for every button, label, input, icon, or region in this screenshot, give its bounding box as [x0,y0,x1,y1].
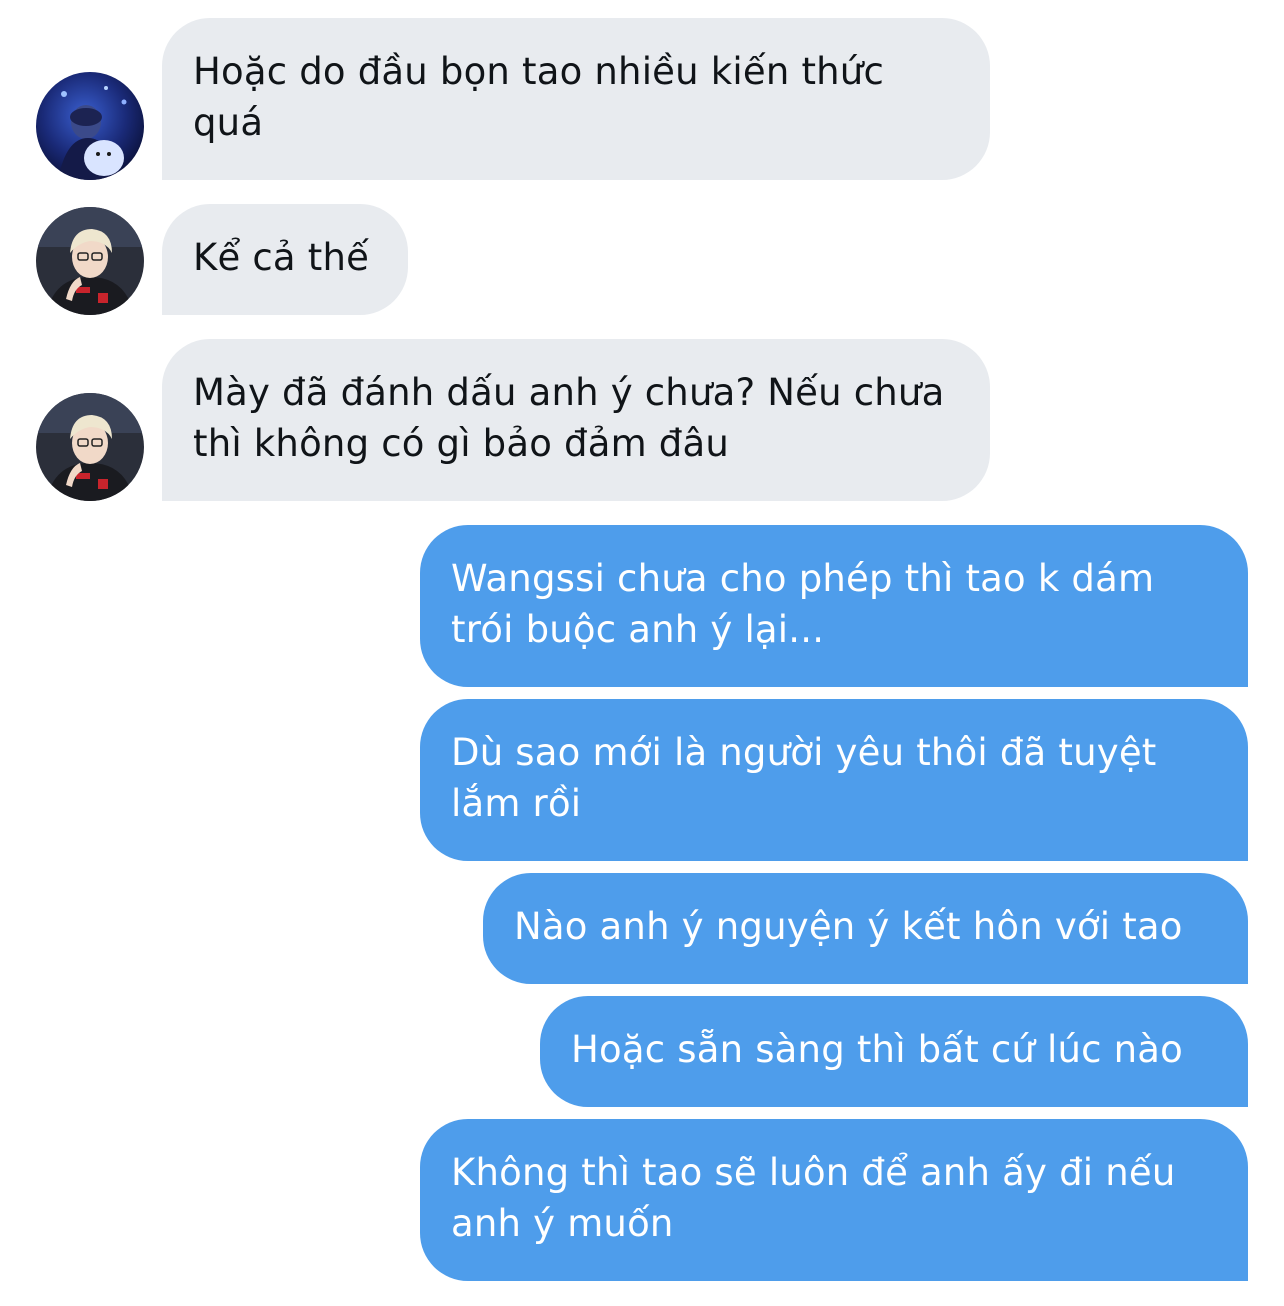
message-bubble-incoming[interactable]: Kể cả thế [162,204,408,315]
message-bubble-incoming[interactable]: Hoặc do đầu bọn tao nhiều kiến thức quá [162,18,990,180]
message-bubble-outgoing[interactable]: Wangssi chưa cho phép thì tao k dám trói… [420,525,1248,687]
message-bubble-outgoing[interactable]: Hoặc sẵn sàng thì bất cứ lúc nào [540,996,1248,1107]
message-text: Nào anh ý nguyện ý kết hôn với tao [514,905,1183,948]
message-bubble-incoming[interactable]: Mày đã đánh dấu anh ý chưa? Nếu chưa thì… [162,339,990,501]
message-bubble-outgoing[interactable]: Nào anh ý nguyện ý kết hôn với tao [483,873,1248,984]
message-text: Dù sao mới là người yêu thôi đã tuyệt lắ… [451,731,1157,825]
message-bubble-outgoing[interactable]: Dù sao mới là người yêu thôi đã tuyệt lắ… [420,699,1248,861]
avatar-blonde-player-photo[interactable] [36,393,144,501]
message-text: Mày đã đánh dấu anh ý chưa? Nếu chưa thì… [193,371,945,465]
avatar-image [36,207,144,315]
avatar-image [36,393,144,501]
message-text: Hoặc sẵn sàng thì bất cứ lúc nào [571,1028,1184,1071]
message-text: Hoặc do đầu bọn tao nhiều kiến thức quá [193,50,884,144]
message-bubble-outgoing[interactable]: Không thì tao sẽ luôn để anh ấy đi nếu a… [420,1119,1248,1281]
avatar-blonde-player-photo[interactable] [36,207,144,315]
avatar-image [36,72,144,180]
avatar-dark-blue-photo[interactable] [36,72,144,180]
message-text: Wangssi chưa cho phép thì tao k dám trói… [451,557,1155,651]
message-text: Kể cả thế [193,236,370,279]
message-text: Không thì tao sẽ luôn để anh ấy đi nếu a… [451,1151,1176,1245]
